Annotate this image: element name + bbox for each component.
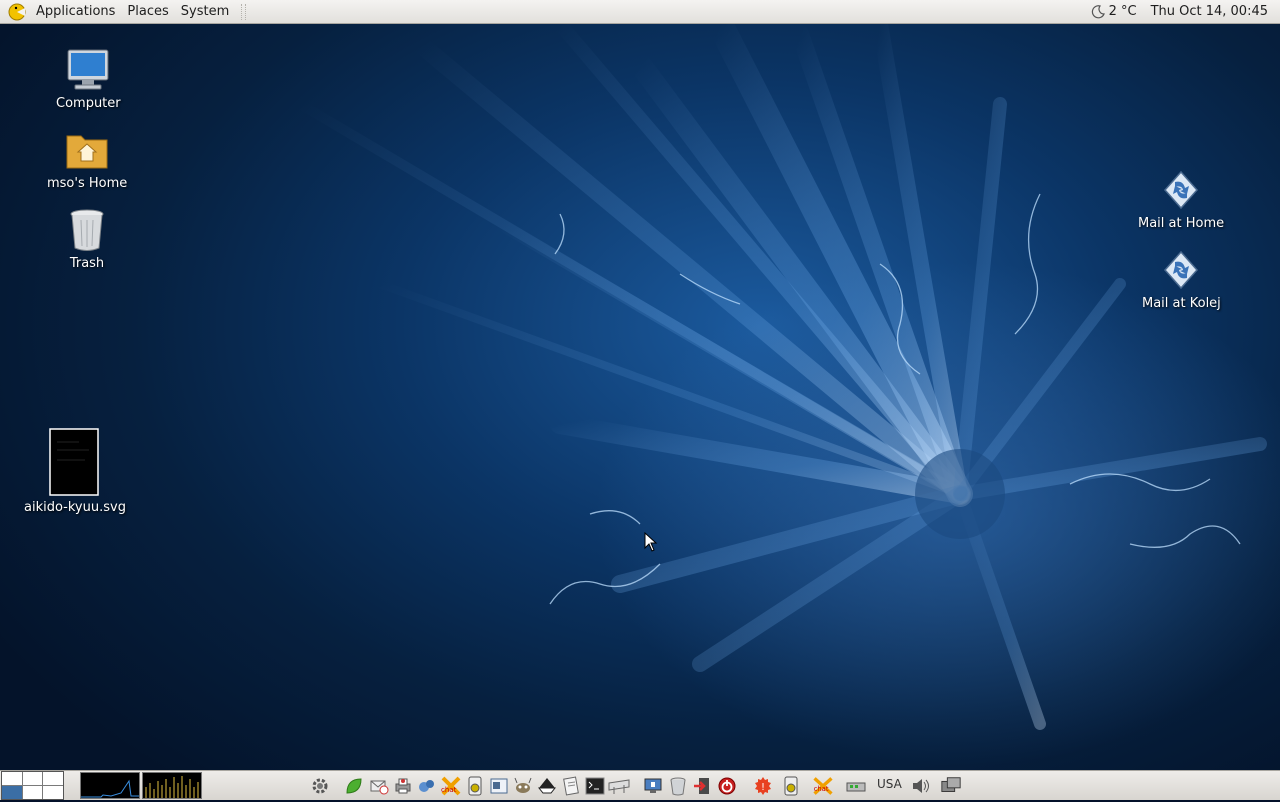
leaf-icon[interactable]	[343, 775, 365, 797]
cpu-graph-icon	[81, 779, 139, 798]
svg-text:chat: chat	[814, 785, 829, 793]
workspace-switcher[interactable]	[1, 771, 64, 800]
workspace-6[interactable]	[43, 786, 63, 799]
menu-system[interactable]: System	[175, 4, 235, 19]
trash-icon	[70, 209, 104, 251]
bottom-panel: chat ! chat USA	[0, 770, 1280, 800]
weather-applet[interactable]: 2 °C	[1091, 4, 1137, 19]
gimp-icon[interactable]	[512, 775, 534, 797]
moon-icon	[1091, 4, 1105, 18]
scanner-icon[interactable]	[488, 775, 510, 797]
media-player-icon[interactable]	[464, 775, 486, 797]
monitor-icon[interactable]	[642, 775, 664, 797]
desktop-icon-mail-kolej[interactable]: Mail at Kolej	[1142, 246, 1221, 311]
media-player-icon[interactable]	[780, 775, 802, 797]
computer-icon	[67, 49, 109, 90]
xchat-icon[interactable]: chat	[440, 775, 462, 797]
svg-text:chat: chat	[441, 786, 457, 794]
home-folder-icon	[66, 135, 108, 169]
mouse-cursor-icon	[644, 532, 658, 552]
volume-icon[interactable]	[910, 775, 932, 797]
desktop-icon-mail-home[interactable]: Mail at Home	[1138, 166, 1224, 231]
workspace-3[interactable]	[43, 772, 63, 785]
keyboard-layout-indicator[interactable]: USA	[877, 777, 902, 791]
workspace-1[interactable]	[2, 772, 22, 785]
desktop-icon-trash[interactable]: Trash	[63, 206, 111, 271]
clock[interactable]: Thu Oct 14, 00:45	[1151, 4, 1268, 19]
memory-graph-icon	[145, 776, 199, 798]
menu-applications[interactable]: Applications	[30, 4, 121, 19]
bubbles-icon[interactable]	[416, 775, 438, 797]
workspace-5[interactable]	[22, 786, 43, 799]
mail-launcher-icon	[1164, 170, 1199, 210]
keyboard-icon[interactable]	[608, 775, 630, 797]
gear-icon[interactable]	[309, 775, 331, 797]
desktop-wallpaper: Computer mso's Home Trash aikido-kyuu.sv…	[0, 24, 1280, 770]
svg-file-icon	[49, 428, 99, 496]
power-icon[interactable]	[716, 775, 738, 797]
notification-area: 2 °C Thu Oct 14, 00:45	[1091, 4, 1280, 19]
desktop-icon-home[interactable]: mso's Home	[47, 126, 127, 191]
workspace-4[interactable]	[2, 786, 22, 799]
top-panel: Applications Places System 2 °C Thu Oct …	[0, 0, 1280, 24]
inkscape-icon[interactable]	[536, 775, 558, 797]
desktop-icon-computer[interactable]: Computer	[56, 46, 121, 111]
panel-drag-handle[interactable]	[241, 3, 247, 20]
desktop-icon-label: Mail at Kolej	[1142, 296, 1221, 311]
mail-launcher-icon	[1164, 250, 1199, 290]
cpu-monitor-graph[interactable]	[80, 772, 140, 799]
desktop-icon-label: aikido-kyuu.svg	[24, 500, 126, 515]
desktop-icon-label: mso's Home	[47, 176, 128, 191]
notes-icon[interactable]	[560, 775, 582, 797]
desktop-icon-label: Computer	[56, 96, 121, 111]
printer-icon[interactable]	[392, 775, 414, 797]
desktop-icon-svg-file[interactable]: aikido-kyuu.svg	[24, 428, 126, 515]
xchat-icon[interactable]: chat	[812, 775, 834, 797]
display-icon[interactable]	[940, 775, 962, 797]
terminal-icon[interactable]	[584, 775, 606, 797]
memory-monitor-graph[interactable]	[142, 772, 202, 799]
update-alert-icon[interactable]: !	[752, 775, 774, 797]
menu-places[interactable]: Places	[121, 4, 174, 19]
mail-clock-icon[interactable]	[368, 775, 390, 797]
desktop-icon-label: Trash	[69, 256, 105, 271]
wallpaper-burst-art	[295, 24, 1267, 730]
weather-temperature: 2 °C	[1108, 4, 1137, 19]
svg-text:!: !	[761, 782, 765, 793]
trash-icon[interactable]	[667, 775, 689, 797]
workspace-2[interactable]	[22, 772, 43, 785]
network-icon[interactable]	[845, 775, 867, 797]
applications-logo-icon[interactable]	[8, 3, 26, 21]
logout-icon[interactable]	[691, 775, 713, 797]
desktop-icon-label: Mail at Home	[1138, 216, 1225, 231]
